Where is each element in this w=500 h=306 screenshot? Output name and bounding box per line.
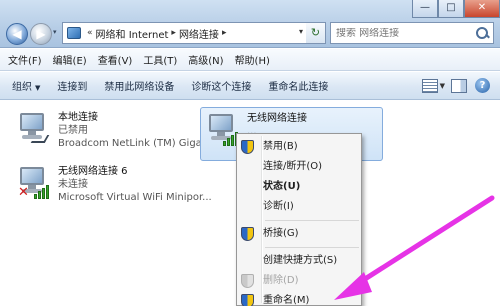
connection-name: 本地连接 bbox=[58, 112, 98, 123]
chevron-down-icon: ▼ bbox=[35, 84, 41, 92]
search-box[interactable] bbox=[330, 22, 494, 44]
wired-network-icon bbox=[16, 111, 52, 147]
menu-view[interactable]: 查看(V) bbox=[98, 52, 133, 67]
menu-edit[interactable]: 编辑(E) bbox=[53, 52, 87, 67]
menu-tools[interactable]: 工具(T) bbox=[143, 52, 177, 67]
organize-button[interactable]: 组织 ▼ bbox=[12, 78, 40, 93]
search-icon[interactable] bbox=[474, 25, 490, 41]
menu-file[interactable]: 文件(F) bbox=[8, 52, 42, 67]
maximize-button[interactable]: □ bbox=[438, 0, 464, 18]
menu-item-create-shortcut[interactable]: 创建快捷方式(S) bbox=[237, 251, 361, 271]
menu-help[interactable]: 帮助(H) bbox=[235, 52, 270, 67]
preview-pane-icon[interactable] bbox=[451, 78, 467, 93]
address-bar[interactable]: « 网络和 Internet ▸ 网络连接 ▸ ▾ bbox=[62, 22, 324, 44]
refresh-button[interactable]: ↻ bbox=[306, 22, 326, 44]
minimize-button[interactable]: — bbox=[412, 0, 438, 18]
connect-to-button[interactable]: 连接到 bbox=[57, 78, 87, 93]
menu-advanced[interactable]: 高级(N) bbox=[188, 52, 223, 67]
uac-shield-icon bbox=[241, 227, 254, 241]
menu-item-connect-disconnect[interactable]: 连接/断开(O) bbox=[237, 157, 361, 177]
breadcrumb-overflow[interactable]: « bbox=[87, 28, 93, 38]
menu-item-delete: 删除(D) bbox=[237, 271, 361, 291]
disconnected-x-icon: ✕ bbox=[18, 185, 29, 200]
title-bar: — □ ✕ ◀ ▶ ▾ « 网络和 Internet ▸ 网络连接 ▸ ▾ ↻ bbox=[0, 0, 500, 48]
change-view-icon[interactable] bbox=[421, 78, 438, 93]
window-controls: — □ ✕ bbox=[412, 0, 500, 18]
breadcrumb-separator[interactable]: ▸ bbox=[222, 28, 227, 38]
menu-item-status[interactable]: 状态(U) bbox=[237, 177, 361, 197]
rename-connection-button[interactable]: 重命名此连接 bbox=[268, 78, 328, 93]
wireless-network-icon: ✕ bbox=[16, 165, 52, 201]
connection-adapter: Microsoft Virtual WiFi Minipor... bbox=[58, 192, 212, 203]
connection-status: 未连接 bbox=[58, 179, 88, 190]
forward-button[interactable]: ▶ bbox=[30, 23, 52, 45]
menu-item-rename[interactable]: 重命名(M) bbox=[237, 291, 361, 306]
command-bar: 组织 ▼ 连接到 禁用此网络设备 诊断这个连接 重命名此连接 ▼ ? bbox=[0, 72, 500, 100]
menu-item-label: 桥接(G) bbox=[263, 228, 299, 239]
menu-item-disable[interactable]: 禁用(B) bbox=[237, 137, 361, 157]
search-input[interactable] bbox=[336, 27, 474, 39]
organize-label: 组织 bbox=[12, 82, 32, 93]
menu-item-label: 删除(D) bbox=[263, 275, 299, 286]
close-button[interactable]: ✕ bbox=[464, 0, 500, 18]
menu-item-bridge[interactable]: 桥接(G) bbox=[237, 224, 361, 244]
menu-item-label: 重命名(M) bbox=[263, 295, 310, 306]
menu-item-diagnose[interactable]: 诊断(I) bbox=[237, 197, 361, 217]
uac-shield-icon bbox=[241, 294, 254, 306]
connection-name: 无线网络连接 bbox=[247, 113, 307, 124]
view-options-dropdown[interactable]: ▼ bbox=[440, 82, 445, 90]
connection-wireless-6[interactable]: ✕ 无线网络连接 6 未连接 Microsoft Virtual WiFi Mi… bbox=[16, 165, 212, 204]
menu-item-label: 禁用(B) bbox=[263, 141, 298, 152]
address-dropdown[interactable]: ▾ bbox=[299, 27, 303, 36]
disable-device-button[interactable]: 禁用此网络设备 bbox=[104, 78, 174, 93]
uac-shield-icon bbox=[241, 140, 254, 154]
diagnose-connection-button[interactable]: 诊断这个连接 bbox=[191, 78, 251, 93]
breadcrumb-network-internet[interactable]: 网络和 Internet bbox=[96, 26, 169, 41]
context-menu: 禁用(B) 连接/断开(O) 状态(U) 诊断(I) 桥接(G) 创建快捷方式(… bbox=[236, 133, 362, 306]
view-controls: ▼ ? bbox=[416, 78, 490, 93]
menu-separator bbox=[265, 247, 359, 248]
menu-separator bbox=[265, 220, 359, 221]
connection-adapter: Broadcom NetLink (TM) Giga... bbox=[58, 138, 212, 149]
connection-status: 已禁用 bbox=[58, 125, 88, 136]
menu-bar: 文件(F) 编辑(E) 查看(V) 工具(T) 高级(N) 帮助(H) bbox=[0, 49, 500, 71]
connection-name: 无线网络连接 6 bbox=[58, 166, 128, 177]
network-folder-icon bbox=[67, 27, 81, 39]
recent-pages-dropdown[interactable]: ▾ bbox=[53, 28, 57, 36]
connection-local-area[interactable]: 本地连接 已禁用 Broadcom NetLink (TM) Giga... bbox=[16, 111, 211, 150]
breadcrumb-network-connections[interactable]: 网络连接 bbox=[179, 26, 219, 41]
help-icon[interactable]: ? bbox=[475, 78, 490, 93]
back-button[interactable]: ◀ bbox=[6, 23, 28, 45]
breadcrumb-separator[interactable]: ▸ bbox=[171, 28, 176, 38]
uac-shield-icon bbox=[241, 274, 254, 288]
